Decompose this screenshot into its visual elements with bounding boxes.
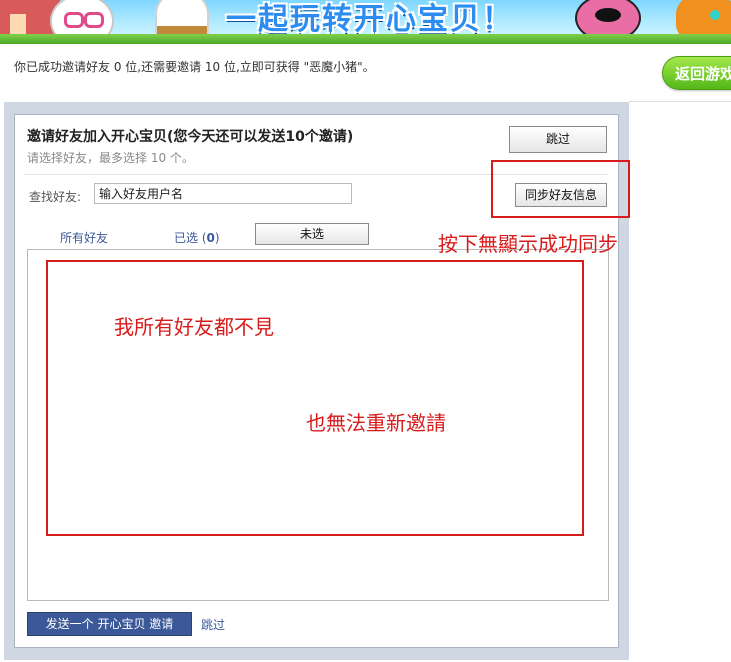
return-to-game-button[interactable]: 返回游戏 xyxy=(662,56,731,90)
send-invite-button[interactable]: 发送一个 开心宝贝 邀请 xyxy=(27,612,192,636)
skip-link[interactable]: 跳过 xyxy=(201,616,225,633)
tab-selected-label: 已选 ( xyxy=(174,231,207,245)
banner-grass xyxy=(0,34,731,44)
annotation-sync-note: 按下無顯示成功同步 xyxy=(438,232,618,256)
friend-search-input[interactable] xyxy=(94,183,352,204)
skip-button[interactable]: 跳过 xyxy=(509,126,607,153)
annotation-cannot-invite: 也無法重新邀請 xyxy=(306,411,446,435)
tab-unselected-friends[interactable]: 未选 xyxy=(255,223,369,245)
selected-count: 0 xyxy=(206,231,215,245)
dialog-title: 邀请好友加入开心宝贝(您今天还可以发送10个邀请) xyxy=(27,129,354,145)
dialog-subtitle: 请选择好友，最多选择 10 个。 xyxy=(27,151,194,165)
annotation-box-sync xyxy=(491,160,630,218)
annotation-friends-missing: 我所有好友都不見 xyxy=(114,315,274,339)
tab-all-friends[interactable]: 所有好友 xyxy=(60,229,108,246)
divider xyxy=(629,101,731,102)
search-label: 查找好友: xyxy=(29,190,82,204)
game-banner: 一起玩转开心宝贝！ xyxy=(0,0,731,44)
tab-selected-friends[interactable]: 已选 (0) xyxy=(174,229,220,246)
annotation-box-friends xyxy=(46,260,584,536)
invite-progress-notice: 你已成功邀请好友 0 位,还需要邀请 10 位,立即可获得 "恶魔小猪"。 xyxy=(14,60,375,74)
tab-selected-suffix: ) xyxy=(214,231,220,245)
